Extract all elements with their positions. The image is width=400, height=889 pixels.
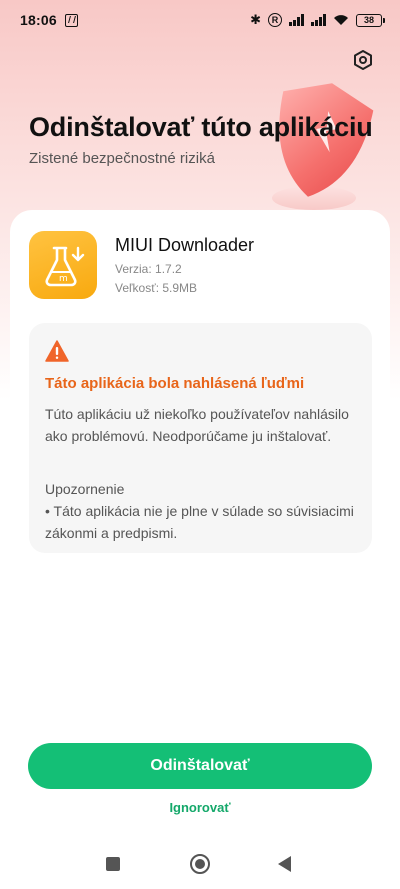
navigation-bar	[0, 845, 400, 885]
warning-triangle-icon	[45, 340, 69, 362]
back-icon[interactable]	[278, 856, 291, 872]
warning-text: Túto aplikáciu už niekoľko používateľov …	[45, 406, 349, 444]
signal-icon	[311, 14, 326, 26]
battery-icon: 38	[356, 13, 385, 27]
ignore-link[interactable]: Ignorovať	[0, 800, 400, 815]
svg-text:m: m	[59, 274, 68, 284]
bluetooth-icon: ✱	[250, 12, 261, 27]
recent-apps-icon[interactable]	[106, 857, 120, 871]
signal-icon	[289, 14, 304, 26]
uninstall-button[interactable]: Odinštalovať	[28, 743, 372, 789]
wifi-icon	[333, 14, 349, 26]
status-time: 18:06	[20, 12, 57, 28]
app-size: Veľkosť: 5.9MB	[115, 281, 198, 295]
warning-title: Táto aplikácia bola nahlásená ľuďmi	[45, 375, 305, 392]
gear-icon	[354, 50, 372, 70]
shield-icon	[272, 83, 374, 210]
roaming-icon: R	[268, 13, 282, 27]
nfc-icon	[64, 13, 78, 27]
flask-download-icon: m	[45, 246, 85, 287]
battery-level: 38	[363, 15, 374, 25]
app-icon: m	[29, 231, 97, 299]
note-text: • Táto aplikácia nie je plne v súlade so…	[45, 503, 354, 541]
page-title: Odinštalovať túto aplikáciu	[29, 112, 373, 142]
status-bar: 18:06 ✱ R 38	[0, 0, 400, 40]
app-name: MIUI Downloader	[115, 235, 255, 255]
note-title: Upozornenie	[45, 481, 125, 497]
app-version: Verzia: 1.7.2	[115, 262, 182, 276]
home-icon[interactable]	[190, 854, 210, 874]
page-subtitle: Zistené bezpečnostné riziká	[29, 150, 215, 167]
